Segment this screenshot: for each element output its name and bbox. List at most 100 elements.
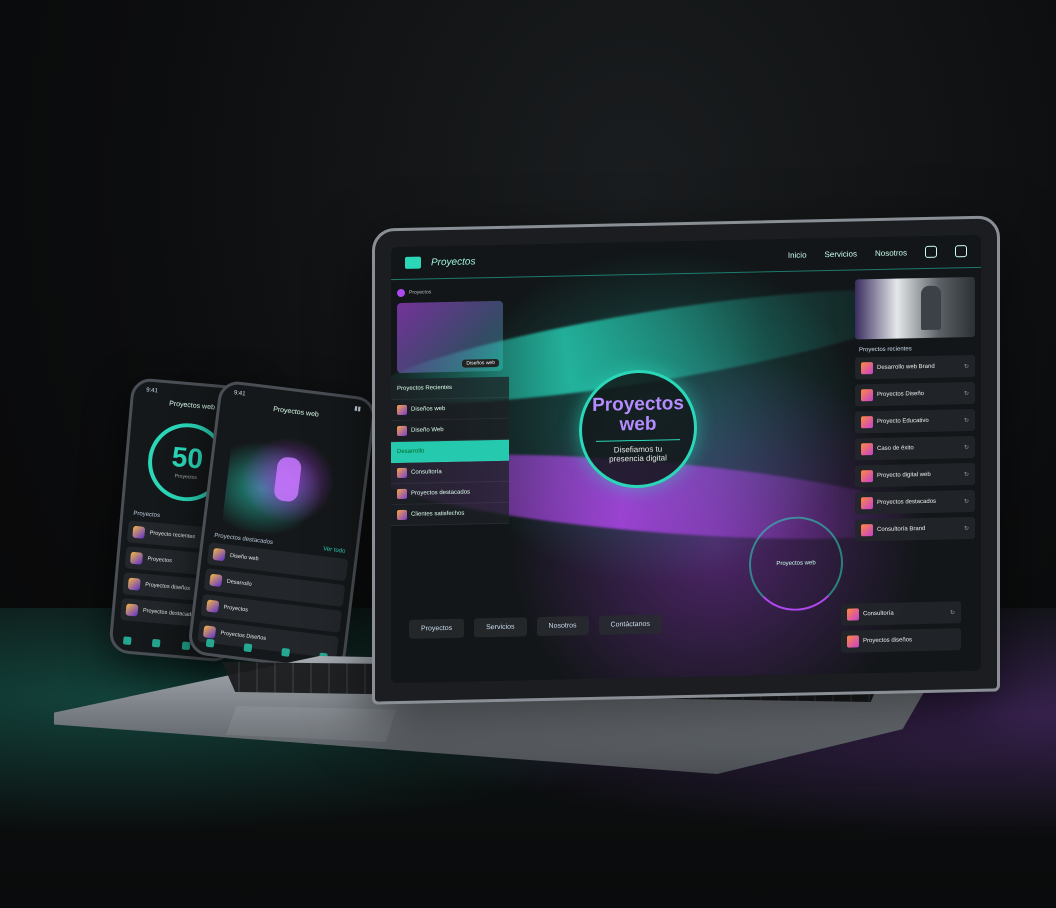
- thumbnail: [129, 551, 143, 565]
- glow-figure: [273, 456, 303, 503]
- hero-title-line1: Proyectos: [592, 392, 684, 416]
- left-list-item[interactable]: Diseños web: [391, 397, 509, 422]
- project-card[interactable]: Proyecto Educativo ↻: [855, 408, 975, 434]
- home-icon[interactable]: [122, 636, 132, 646]
- list-item-label: Diseños web: [411, 406, 446, 413]
- project-label: Caso de éxito: [877, 445, 914, 452]
- right-panel: Proyectos recientes Desarrollo web Brand…: [855, 276, 975, 547]
- thumbnail: [397, 509, 407, 521]
- tab[interactable]: Servicios: [474, 617, 527, 638]
- list-item-label: Clientes satisfechos: [411, 510, 465, 518]
- thumbnail: [861, 362, 873, 375]
- status-time: 9:41: [145, 387, 159, 395]
- project-card[interactable]: Proyectos Diseño ↻: [855, 381, 975, 407]
- list-item-label: Proyectos Diseños: [220, 630, 267, 642]
- score-value: 50: [170, 440, 205, 475]
- project-card[interactable]: Proyectos destacados ↻: [855, 489, 975, 515]
- left-list-item[interactable]: Consultoría: [391, 460, 509, 485]
- promo-chip[interactable]: Diseños web: [462, 358, 499, 368]
- refresh-icon[interactable]: ↻: [964, 390, 969, 397]
- chat-icon[interactable]: [281, 647, 291, 657]
- tab[interactable]: Nosotros: [536, 616, 589, 637]
- hero-subtitle: Disefiamos tu presencia digital: [596, 439, 680, 465]
- cart-icon[interactable]: [955, 245, 967, 258]
- see-all-link[interactable]: Ver todo: [323, 546, 346, 555]
- thumbnail: [861, 524, 873, 537]
- thumbnail: [861, 470, 873, 483]
- settings-icon[interactable]: [925, 245, 937, 258]
- list-item-label: Proyectos destacados: [142, 607, 198, 619]
- refresh-icon[interactable]: ↻: [950, 609, 955, 616]
- thumbnail: [847, 635, 859, 648]
- promo-card[interactable]: Diseños web: [397, 300, 503, 374]
- ring-label: Proyectos web: [776, 560, 816, 568]
- thumbnail: [861, 443, 873, 456]
- project-label: Proyecto digital web: [877, 471, 931, 479]
- phone-right: 9:41 ▮▮ Proyectos web Proyectos destacad…: [186, 379, 378, 673]
- chat-icon[interactable]: [181, 641, 191, 651]
- bottom-tabs: Proyectos Servicios Nosotros Contáctanos: [409, 614, 662, 639]
- left-panel: Proyectos Diseños web Proyectos Reciente…: [391, 287, 509, 527]
- project-label: Proyectos Diseño: [877, 391, 925, 398]
- left-list-item-active[interactable]: Desarrollo: [391, 439, 509, 464]
- refresh-icon[interactable]: ↻: [964, 471, 969, 478]
- left-list-item[interactable]: Diseño Web: [391, 418, 509, 443]
- person-figure: [921, 285, 941, 331]
- hero-artwork: [221, 418, 354, 543]
- thumbnail: [202, 625, 217, 639]
- laptop-screen: Proyectos Inicio Servicios Nosotros Proy…: [391, 234, 981, 684]
- thumbnail: [206, 599, 220, 613]
- thumbnail: [132, 525, 146, 539]
- project-label: Proyectos diseños: [863, 637, 913, 645]
- battery-icon: ▮▮: [353, 405, 362, 413]
- tab[interactable]: Contáctanos: [598, 614, 662, 635]
- right-panel-title: Proyectos recientes: [859, 346, 912, 354]
- nav-link[interactable]: Servicios: [825, 249, 857, 259]
- thumbnail: [397, 404, 407, 416]
- bottom-right-list: Consultoría ↻ Proyectos diseños: [841, 601, 961, 658]
- refresh-icon[interactable]: ↻: [964, 363, 969, 370]
- nav-link[interactable]: Inicio: [788, 250, 807, 259]
- list-item-label: Proyectos destacados: [411, 489, 471, 497]
- grid-icon[interactable]: [152, 638, 161, 648]
- tab[interactable]: Proyectos: [409, 618, 465, 639]
- list-item-label: Desarrollo: [397, 448, 425, 456]
- score-label: Proyectos: [174, 473, 198, 482]
- panel-header-label: Proyectos: [409, 289, 432, 296]
- thumbnail: [127, 577, 141, 591]
- project-card[interactable]: Consultoría ↻: [841, 601, 961, 626]
- project-label: Desarrollo web Brand: [877, 363, 935, 371]
- list-item-label: Proyectos Recientes: [397, 384, 453, 393]
- home-icon[interactable]: [205, 638, 215, 648]
- refresh-icon[interactable]: ↻: [964, 525, 969, 532]
- left-list-item[interactable]: Proyectos Recientes: [391, 376, 509, 401]
- project-label: Proyectos destacados: [877, 498, 937, 506]
- secondary-ring: Proyectos web: [749, 515, 843, 612]
- list-item-label: Proyectos: [147, 556, 173, 565]
- list-item-label: Diseño Web: [411, 427, 444, 434]
- list-item-label: Proyecto recientes: [149, 530, 196, 541]
- project-card[interactable]: Proyectos diseños: [841, 628, 961, 653]
- project-label: Consultoría Brand: [877, 525, 926, 533]
- list-item-label: Proyectos: [223, 604, 249, 614]
- project-card[interactable]: Caso de éxito ↻: [855, 435, 975, 461]
- thumbnail: [209, 573, 223, 588]
- list-item-label: Diseño web: [229, 552, 259, 563]
- grid-icon[interactable]: [243, 643, 253, 653]
- left-list-item[interactable]: Proyectos destacados: [391, 481, 509, 506]
- list-item-label: Desarrollo: [226, 578, 253, 588]
- brand-name: Proyectos: [431, 255, 476, 268]
- refresh-icon[interactable]: ↻: [964, 444, 969, 451]
- refresh-icon[interactable]: ↻: [964, 498, 969, 505]
- left-list-item[interactable]: Clientes satisfechos: [391, 502, 509, 527]
- project-card[interactable]: Consultoría Brand ↻: [855, 516, 975, 542]
- thumbnail: [397, 467, 407, 479]
- thumbnail: [397, 425, 407, 437]
- project-card[interactable]: Proyecto digital web ↻: [855, 462, 975, 488]
- refresh-icon[interactable]: ↻: [964, 417, 969, 424]
- status-time: 9:41: [233, 390, 246, 398]
- project-card[interactable]: Desarrollo web Brand ↻: [855, 354, 975, 380]
- project-label: Consultoría: [863, 610, 894, 618]
- nav-link[interactable]: Nosotros: [875, 248, 907, 258]
- thumbnail: [397, 488, 407, 500]
